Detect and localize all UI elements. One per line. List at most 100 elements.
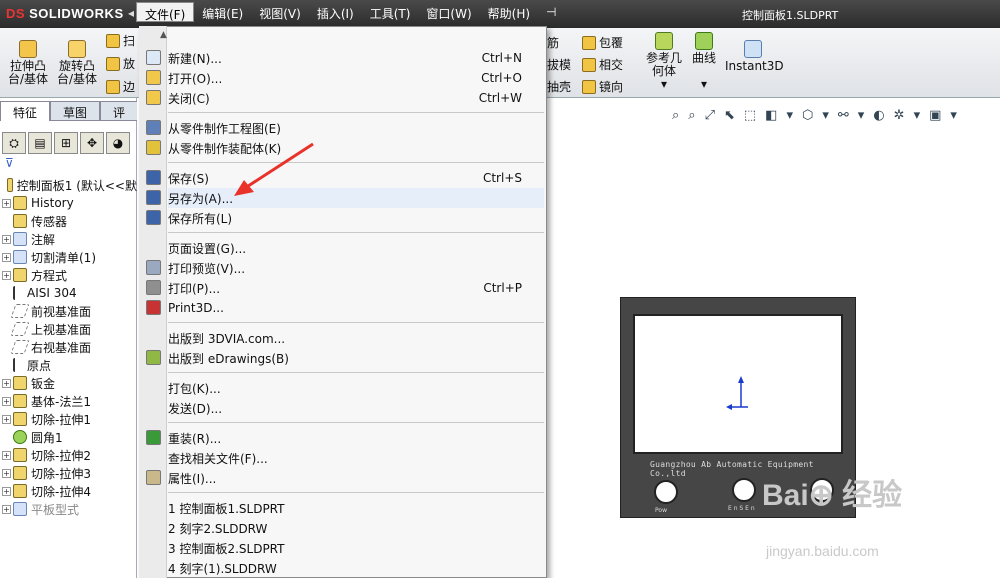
- file-menu-item[interactable]: 2 刻字2.SLDDRW: [168, 518, 544, 538]
- tree-expand-icon[interactable]: +: [2, 486, 11, 496]
- menubar-item-7[interactable]: ⊣: [538, 2, 564, 22]
- loft-button[interactable]: 放: [106, 55, 135, 72]
- tree-expand-icon[interactable]: +: [2, 414, 11, 424]
- property-manager-icon[interactable]: ▤: [28, 132, 52, 154]
- extrude-boss-button[interactable]: 拉伸凸 台/基体: [6, 40, 50, 86]
- view-tool-icon-8[interactable]: ▾: [822, 108, 829, 123]
- menubar-item-0[interactable]: 文件(F): [136, 2, 195, 22]
- tree-expand-icon[interactable]: +: [2, 450, 11, 460]
- menubar-item-6[interactable]: 帮助(H): [480, 2, 538, 22]
- view-tool-icon-7[interactable]: ⬡: [802, 108, 813, 123]
- tree-item[interactable]: 圆角1: [2, 428, 137, 446]
- curves-button[interactable]: 曲线 ▾: [688, 32, 720, 91]
- file-menu-item[interactable]: 打包(K)...: [168, 378, 544, 398]
- dimxpert-icon[interactable]: ✥: [80, 132, 104, 154]
- tree-item[interactable]: + 平板型式: [2, 500, 137, 518]
- tree-expand-icon[interactable]: [2, 217, 11, 226]
- file-menu-item[interactable]: 重装(R)...: [168, 428, 544, 448]
- tree-item[interactable]: + 切除-拉伸1: [2, 410, 137, 428]
- file-menu-item[interactable]: 3 控制面板2.SLDPRT: [168, 538, 544, 558]
- tree-item[interactable]: 右视基准面: [2, 338, 137, 356]
- sweep-button[interactable]: 扫: [106, 32, 135, 49]
- configuration-manager-icon[interactable]: ⊞: [54, 132, 78, 154]
- file-menu-item[interactable]: 页面设置(G)...: [168, 238, 544, 258]
- file-menu-item[interactable]: 属性(I)...: [168, 468, 544, 488]
- file-menu-item[interactable]: 另存为(A)...: [168, 188, 544, 208]
- file-menu-item[interactable]: 保存所有(L): [168, 208, 544, 228]
- tree-expand-icon[interactable]: +: [2, 378, 11, 388]
- menubar-item-4[interactable]: 工具(T): [362, 2, 419, 22]
- tree-item[interactable]: 控制面板1 (默认<<默: [2, 176, 137, 194]
- view-tool-icon-3[interactable]: ⬉: [724, 108, 735, 123]
- file-menu-item[interactable]: 发送(D)...: [168, 398, 544, 418]
- display-manager-icon[interactable]: ◕: [106, 132, 130, 154]
- menu-scroll-up-icon[interactable]: ▲: [160, 30, 167, 40]
- file-menu-item[interactable]: 打印(P)... Ctrl+P: [168, 278, 544, 298]
- file-menu-item[interactable]: 关闭(C) Ctrl+W: [168, 88, 544, 108]
- view-tool-icon-15[interactable]: ▾: [950, 108, 957, 123]
- tree-expand-icon[interactable]: [2, 181, 5, 190]
- view-tool-icon-10[interactable]: ▾: [858, 108, 865, 123]
- tree-expand-icon[interactable]: [2, 325, 11, 334]
- view-tool-icon-12[interactable]: ✲: [894, 108, 905, 123]
- tree-item[interactable]: AISI 304: [2, 284, 137, 302]
- tab-features[interactable]: 特征: [0, 101, 51, 121]
- tree-expand-icon[interactable]: [2, 307, 11, 316]
- tree-expand-icon[interactable]: +: [2, 234, 11, 244]
- view-tool-icon-6[interactable]: ▾: [786, 108, 793, 123]
- filter-icon[interactable]: ⊽: [5, 156, 14, 170]
- revolve-boss-button[interactable]: 旋转凸 台/基体: [54, 40, 100, 86]
- file-menu-item[interactable]: 4 刻字(1).SLDDRW: [168, 558, 544, 578]
- tree-item[interactable]: + 切割清单(1): [2, 248, 137, 266]
- tree-item[interactable]: 原点: [2, 356, 137, 374]
- tree-item[interactable]: + History: [2, 194, 137, 212]
- view-tool-icon-11[interactable]: ◐: [873, 108, 884, 123]
- file-menu-item[interactable]: 从零件制作装配体(K): [168, 138, 544, 158]
- tree-item[interactable]: + 切除-拉伸3: [2, 464, 137, 482]
- tree-expand-icon[interactable]: +: [2, 396, 11, 406]
- file-menu-item[interactable]: 新建(N)... Ctrl+N: [168, 48, 544, 68]
- curves-dropdown-icon[interactable]: ▾: [701, 77, 707, 91]
- tree-expand-icon[interactable]: +: [2, 270, 11, 280]
- reference-geometry-button[interactable]: 参考几 何体 ▾: [643, 32, 685, 91]
- tree-expand-icon[interactable]: +: [2, 198, 11, 208]
- tree-item[interactable]: + 注解: [2, 230, 137, 248]
- file-menu-item[interactable]: 打印预览(V)...: [168, 258, 544, 278]
- tree-item[interactable]: + 切除-拉伸2: [2, 446, 137, 464]
- view-tool-icon-4[interactable]: ⬚: [744, 108, 756, 123]
- tree-expand-icon[interactable]: +: [2, 468, 11, 478]
- rib-button[interactable]: 筋: [547, 34, 559, 51]
- tree-expand-icon[interactable]: [2, 343, 11, 352]
- instant3d-button[interactable]: Instant3D: [725, 40, 784, 73]
- tree-item[interactable]: 前视基准面: [2, 302, 137, 320]
- menubar-item-1[interactable]: 编辑(E): [194, 2, 251, 22]
- solidworks-logo[interactable]: DS SOLIDWORKS: [6, 6, 124, 21]
- intersect-button[interactable]: 相交: [582, 56, 623, 73]
- tree-expand-icon[interactable]: [2, 361, 11, 370]
- tab-evaluate[interactable]: 评: [100, 101, 139, 121]
- shell-button[interactable]: 抽壳: [547, 78, 571, 95]
- view-tool-icon-9[interactable]: ⚯: [838, 108, 849, 123]
- view-tool-icon-5[interactable]: ◧: [765, 108, 777, 123]
- tree-item[interactable]: + 方程式: [2, 266, 137, 284]
- refgeom-dropdown-icon[interactable]: ▾: [661, 77, 667, 91]
- file-menu-item[interactable]: 1 控制面板1.SLDPRT: [168, 498, 544, 518]
- file-menu-item[interactable]: 出版到 3DVIA.com...: [168, 328, 544, 348]
- tree-expand-icon[interactable]: [2, 433, 11, 442]
- tree-expand-icon[interactable]: +: [2, 504, 11, 514]
- file-menu-item[interactable]: 从零件制作工程图(E): [168, 118, 544, 138]
- file-menu-item[interactable]: Print3D...: [168, 298, 544, 318]
- file-menu-item[interactable]: 保存(S) Ctrl+S: [168, 168, 544, 188]
- draft-button[interactable]: 拔模: [547, 56, 571, 73]
- mirror-button[interactable]: 镜向: [582, 78, 623, 95]
- view-tool-icon-0[interactable]: ⌕: [672, 108, 679, 123]
- boundary-button[interactable]: 边: [106, 78, 135, 95]
- wrap-button[interactable]: 包覆: [582, 34, 623, 51]
- tree-expand-icon[interactable]: [2, 289, 11, 298]
- file-menu-item[interactable]: 打开(O)... Ctrl+O: [168, 68, 544, 88]
- menubar-item-2[interactable]: 视图(V): [251, 2, 309, 22]
- tree-item[interactable]: 传感器: [2, 212, 137, 230]
- tree-item[interactable]: + 切除-拉伸4: [2, 482, 137, 500]
- view-tool-icon-1[interactable]: ⌕: [688, 108, 695, 123]
- view-tool-icon-2[interactable]: ⤢: [705, 108, 715, 123]
